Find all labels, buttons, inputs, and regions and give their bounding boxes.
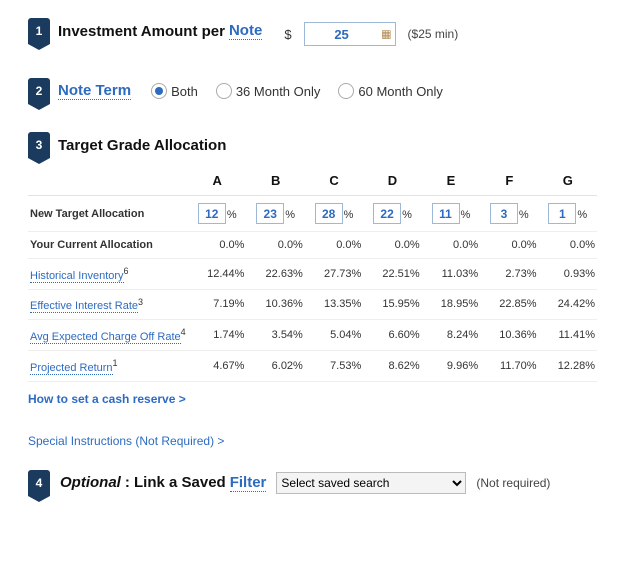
cell: 0.0% (246, 232, 304, 259)
cell: 8.62% (363, 350, 421, 381)
table-row: Historical Inventory6 12.44% 22.63% 27.7… (28, 259, 597, 290)
note-term-radios: Both 36 Month Only 60 Month Only (151, 83, 443, 99)
grade-header: A (188, 166, 246, 196)
row-label: Your Current Allocation (28, 232, 188, 259)
step-badge-3: 3 (28, 132, 50, 158)
cell: 8.24% (422, 320, 480, 351)
grade-header: E (422, 166, 480, 196)
filter-link[interactable]: Filter (230, 474, 267, 492)
historical-inventory-link[interactable]: Historical Inventory (30, 270, 124, 283)
radio-icon (338, 83, 354, 99)
projected-return-link[interactable]: Projected Return (30, 362, 113, 375)
cell: 7.19% (188, 289, 246, 320)
table-row: Avg Expected Charge Off Rate4 1.74% 3.54… (28, 320, 597, 351)
cell: 0.0% (480, 232, 538, 259)
alloc-input-f[interactable] (490, 203, 518, 224)
cell: 22.85% (480, 289, 538, 320)
row-label: New Target Allocation (28, 196, 188, 232)
cell: 0.0% (188, 232, 246, 259)
grade-header: C (305, 166, 363, 196)
current-allocation-row: Your Current Allocation 0.0% 0.0% 0.0% 0… (28, 232, 597, 259)
note-term-link[interactable]: Note Term (58, 82, 131, 100)
title-mid: : Link a Saved (125, 474, 226, 491)
cell: 0.0% (305, 232, 363, 259)
cell: 11.70% (480, 350, 538, 381)
radio-icon (151, 83, 167, 99)
grade-header: B (246, 166, 304, 196)
step-4: 4 Optional: Link a Saved Filter Select s… (28, 470, 597, 496)
step-badge-4: 4 (28, 470, 50, 496)
alloc-input-a[interactable] (198, 203, 226, 224)
investment-amount-input[interactable] (304, 22, 396, 46)
alloc-input-d[interactable] (373, 203, 401, 224)
cash-reserve-link[interactable]: How to set a cash reserve > (28, 392, 186, 406)
special-instructions-link[interactable]: Special Instructions (Not Required) > (28, 434, 224, 448)
step-1-title: Investment Amount per Note (58, 22, 262, 40)
step-2: 2 Note Term Both 36 Month Only 60 Month … (28, 78, 597, 104)
alloc-input-c[interactable] (315, 203, 343, 224)
cell: 10.36% (480, 320, 538, 351)
radio-icon (216, 83, 232, 99)
table-row: Projected Return1 4.67% 6.02% 7.53% 8.62… (28, 350, 597, 381)
alloc-input-e[interactable] (432, 203, 460, 224)
grade-header-row: A B C D E F G (28, 166, 597, 196)
cell: 12.28% (539, 350, 597, 381)
cell: 9.96% (422, 350, 480, 381)
step-3-title: Target Grade Allocation (58, 137, 226, 154)
cell: 6.60% (363, 320, 421, 351)
charge-off-link[interactable]: Avg Expected Charge Off Rate (30, 331, 181, 344)
step-1-title-text: Investment Amount per (58, 23, 225, 40)
cell: 4.67% (188, 350, 246, 381)
step-badge-2: 2 (28, 78, 50, 104)
step-badge-1: 1 (28, 18, 50, 44)
grade-header: F (480, 166, 538, 196)
grade-header: G (539, 166, 597, 196)
cell: 1.74% (188, 320, 246, 351)
cell: 11.03% (422, 259, 480, 290)
cell: 22.51% (363, 259, 421, 290)
alloc-input-g[interactable] (548, 203, 576, 224)
cell: 11.41% (539, 320, 597, 351)
step-3: 3 Target Grade Allocation A B C D E F G … (28, 132, 597, 406)
note-link[interactable]: Note (229, 22, 262, 40)
cell: 24.42% (539, 289, 597, 320)
cell: 0.93% (539, 259, 597, 290)
cell: 0.0% (422, 232, 480, 259)
cell: 3.54% (246, 320, 304, 351)
cell: 12.44% (188, 259, 246, 290)
alloc-input-b[interactable] (256, 203, 284, 224)
cell: 10.36% (246, 289, 304, 320)
grade-header: D (363, 166, 421, 196)
cell: 6.02% (246, 350, 304, 381)
cell: 22.63% (246, 259, 304, 290)
currency-symbol: $ (284, 27, 291, 42)
cell: 5.04% (305, 320, 363, 351)
table-row: Effective Interest Rate3 7.19% 10.36% 13… (28, 289, 597, 320)
not-required-hint: (Not required) (476, 476, 550, 490)
cell: 18.95% (422, 289, 480, 320)
saved-filter-select[interactable]: Select saved search (276, 472, 466, 494)
cell: 0.0% (539, 232, 597, 259)
radio-label: 36 Month Only (236, 84, 321, 99)
cell: 13.35% (305, 289, 363, 320)
cell: 2.73% (480, 259, 538, 290)
grade-allocation-table: A B C D E F G New Target Allocation % % … (28, 166, 597, 382)
optional-label: Optional (60, 474, 121, 491)
radio-36-month[interactable]: 36 Month Only (216, 83, 321, 99)
effective-interest-link[interactable]: Effective Interest Rate (30, 300, 138, 313)
cell: 27.73% (305, 259, 363, 290)
radio-60-month[interactable]: 60 Month Only (338, 83, 443, 99)
cell: 0.0% (363, 232, 421, 259)
step-1: 1 Investment Amount per Note $ ▦ ($25 mi… (28, 18, 597, 50)
radio-label: 60 Month Only (358, 84, 443, 99)
radio-label: Both (171, 84, 198, 99)
cell: 7.53% (305, 350, 363, 381)
radio-both[interactable]: Both (151, 83, 198, 99)
new-target-row: New Target Allocation % % % % % % % (28, 196, 597, 232)
cell: 15.95% (363, 289, 421, 320)
min-hint: ($25 min) (408, 27, 459, 41)
step-4-title: Optional: Link a Saved Filter (60, 474, 266, 492)
